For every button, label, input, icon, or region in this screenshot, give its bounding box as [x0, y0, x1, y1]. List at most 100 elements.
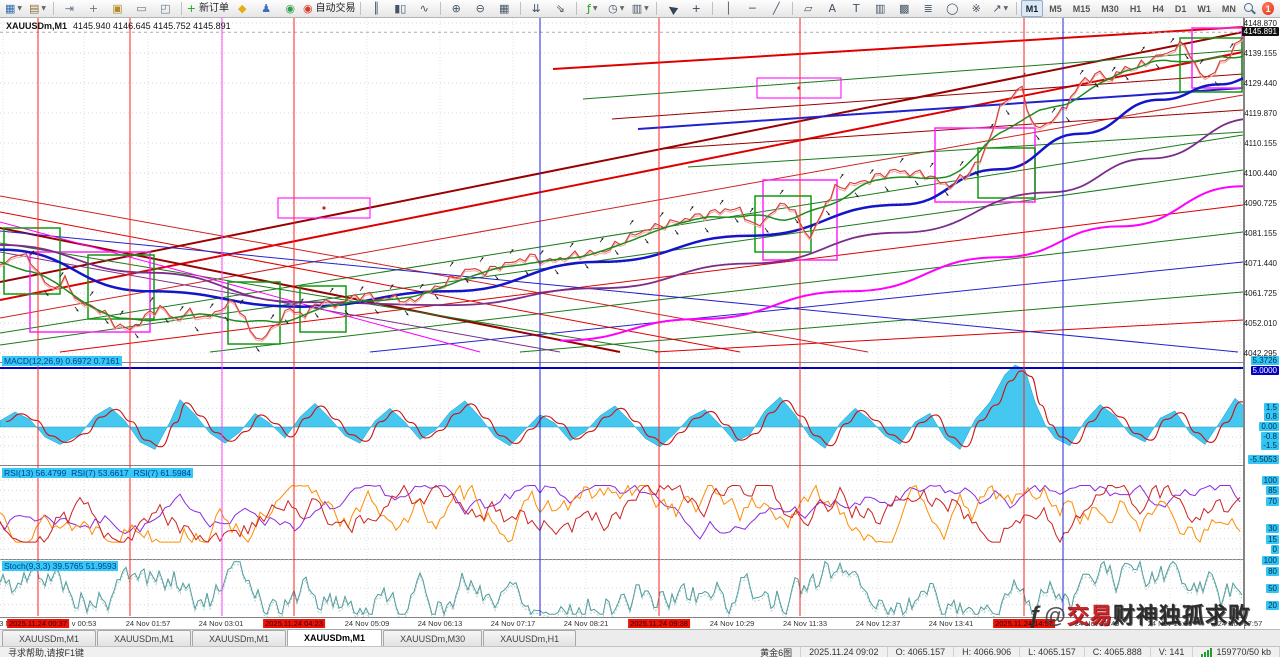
metaeditor-icon: ♟ [261, 1, 272, 15]
timeframe-m30[interactable]: M30 [1096, 0, 1124, 17]
magnify-box-icon[interactable]: ◰ [154, 0, 177, 18]
status-cell: H: 4066.906 [954, 647, 1021, 657]
magnify-box-icon: ◰ [160, 1, 171, 15]
chart-ohlc: 4145.940 4146.645 4145.752 4145.891 [73, 21, 231, 31]
stoch-level-tag: 80 [1266, 567, 1279, 577]
tile-windows-icon[interactable]: ▦ [493, 0, 516, 18]
chart-tab[interactable]: XAUUSDm,M1 [2, 630, 97, 646]
price-axis-label: 4129.440 [1243, 79, 1277, 88]
zoom-out-icon: ⊖ [475, 1, 485, 15]
pattern-icon[interactable]: ※ [965, 0, 988, 18]
docking-icon[interactable]: ▣ [106, 0, 129, 18]
fibonacci-icon: ≣ [923, 1, 933, 15]
timeframe-mn[interactable]: MN [1217, 0, 1241, 17]
auto-trading-button[interactable]: ◉ 自动交易 [303, 0, 356, 18]
vertical-line-icon: │ [724, 1, 732, 15]
time-label: 24 Nov 13:41 [928, 619, 974, 628]
grid-icon[interactable]: ▥ [869, 0, 892, 18]
line-chart-icon: ∿ [419, 1, 429, 15]
connection-bars-icon [1201, 647, 1213, 657]
trendline-icon[interactable]: ╱ [765, 0, 788, 18]
arrange-icon[interactable]: ⇊ [525, 0, 548, 18]
profiles-icon[interactable]: ▤ ▼ [26, 0, 49, 18]
watermark: ƒ@交易财神独孤求败 [1028, 602, 1251, 629]
main-chart[interactable] [0, 18, 1244, 617]
rsi-level-tag: 85 [1266, 486, 1279, 496]
channel-icon[interactable]: ▱ [797, 0, 820, 18]
ellipse-icon[interactable]: ◯ [941, 0, 964, 18]
chart-workspace[interactable]: XAUUSDm,M1 4145.940 4146.645 4145.752 414… [0, 18, 1280, 629]
text-icon[interactable]: A [821, 0, 844, 18]
stoch-level-tag: 50 [1266, 584, 1279, 593]
chart-tab[interactable]: XAUUSDm,M1 [97, 630, 192, 646]
objects-icon[interactable]: ▩ [893, 0, 916, 18]
chart-tab[interactable]: XAUUSDm,M1 [192, 630, 287, 646]
toolbar-separator [655, 2, 657, 15]
price-axis-label: 4052.010 [1243, 319, 1277, 328]
vertical-line-icon[interactable]: │ [717, 0, 740, 18]
zoom-in-icon: ⊕ [451, 1, 461, 15]
chart-tab[interactable]: XAUUSDm,H1 [483, 630, 577, 646]
templates-icon: ▥ [631, 1, 643, 15]
fibonacci-icon[interactable]: ≣ [917, 0, 940, 18]
candle-chart-icon[interactable]: ▮▯ [389, 0, 412, 18]
history-center-icon[interactable]: ◆ [231, 0, 254, 18]
timeframe-w1[interactable]: W1 [1192, 0, 1216, 17]
chevron-down-icon: ▼ [41, 4, 47, 12]
notification-badge[interactable]: 1 [1262, 2, 1274, 15]
toolbar-separator [711, 2, 713, 15]
docking-icon: ▣ [112, 1, 123, 15]
timeframe-h1[interactable]: H1 [1125, 0, 1147, 17]
periods-icon: ◷ [608, 1, 618, 15]
cursor-icon[interactable]: ▲ [661, 0, 684, 18]
bar-chart-icon[interactable]: ║ [365, 0, 388, 18]
status-cell: V: 141 [1151, 647, 1194, 657]
status-cell: O: 4065.157 [888, 647, 955, 657]
bar-chart-icon: ║ [372, 1, 380, 15]
zoom-in-icon[interactable]: ⊕ [445, 0, 468, 18]
timeframe-m5[interactable]: M5 [1044, 0, 1067, 17]
macd-min-tag: -5.5053 [1247, 455, 1279, 464]
horizontal-line-icon[interactable]: ─ [741, 0, 764, 18]
line-chart-icon[interactable]: ∿ [413, 0, 436, 18]
frame-icon[interactable]: ▭ [130, 0, 153, 18]
chart-shift-icon[interactable]: ⇥ [58, 0, 81, 18]
chart-title: XAUUSDm,M1 4145.940 4146.645 4145.752 414… [6, 21, 231, 31]
chart-tab-bar: XAUUSDm,M1 XAUUSDm,M1 XAUUSDm,M1 XAUUSDm,M1… [0, 629, 1280, 646]
chart-tab-active[interactable]: XAUUSDm,M1 [287, 629, 383, 646]
text-icon: A [828, 1, 837, 15]
timeframe-h4[interactable]: H4 [1147, 0, 1169, 17]
timeframe-d1[interactable]: D1 [1170, 0, 1192, 17]
new-order-button[interactable]: + 新订单 [186, 0, 230, 18]
chevron-down-icon: ▼ [619, 4, 625, 12]
new-order-button: + [186, 1, 196, 15]
rsi-level-tag: 70 [1266, 496, 1279, 506]
time-label-highlight: 2025.11.24 04:23 [263, 619, 325, 628]
arrows-tool-icon[interactable]: ↗ ▼ [989, 0, 1012, 18]
crosshair-icon[interactable]: + [685, 0, 708, 18]
label-icon[interactable]: T [845, 0, 868, 18]
cascade-icon[interactable]: ⇘ [549, 0, 572, 18]
cursor-icon: ▲ [664, 1, 680, 16]
auto-scroll-icon[interactable]: + [82, 0, 105, 18]
indicators-icon[interactable]: ƒ ▼ [581, 0, 604, 18]
time-label: 24 Nov 11:33 [782, 619, 828, 628]
time-label: 24 Nov 07:17 [490, 619, 536, 628]
periods-icon[interactable]: ◷ ▼ [605, 0, 628, 18]
new-chart-icon[interactable]: ▦ ▼ [2, 0, 25, 18]
price-axis-label: 4110.155 [1244, 139, 1277, 148]
chart-tab[interactable]: XAUUSDm,M30 [383, 630, 483, 646]
zoom-out-icon[interactable]: ⊖ [469, 0, 492, 18]
chevron-down-icon: ▼ [1003, 4, 1009, 12]
horizontal-line-icon: ─ [748, 1, 756, 15]
timeframe-m1[interactable]: M1 [1020, 0, 1044, 17]
rsi-level-tag: 30 [1266, 524, 1279, 534]
timeframe-m15[interactable]: M15 [1068, 0, 1096, 17]
market-icon[interactable]: ◉ [279, 0, 302, 18]
price-axis[interactable]: 4148.870 4139.155 4129.440 4119.870 4110.155… [1241, 18, 1280, 629]
metaeditor-icon[interactable]: ♟ [255, 0, 278, 18]
status-cell: L: 4065.157 [1020, 647, 1085, 657]
toolbar-separator [575, 2, 577, 15]
templates-icon[interactable]: ▥ ▼ [629, 0, 652, 18]
search-icon[interactable] [1243, 2, 1256, 16]
